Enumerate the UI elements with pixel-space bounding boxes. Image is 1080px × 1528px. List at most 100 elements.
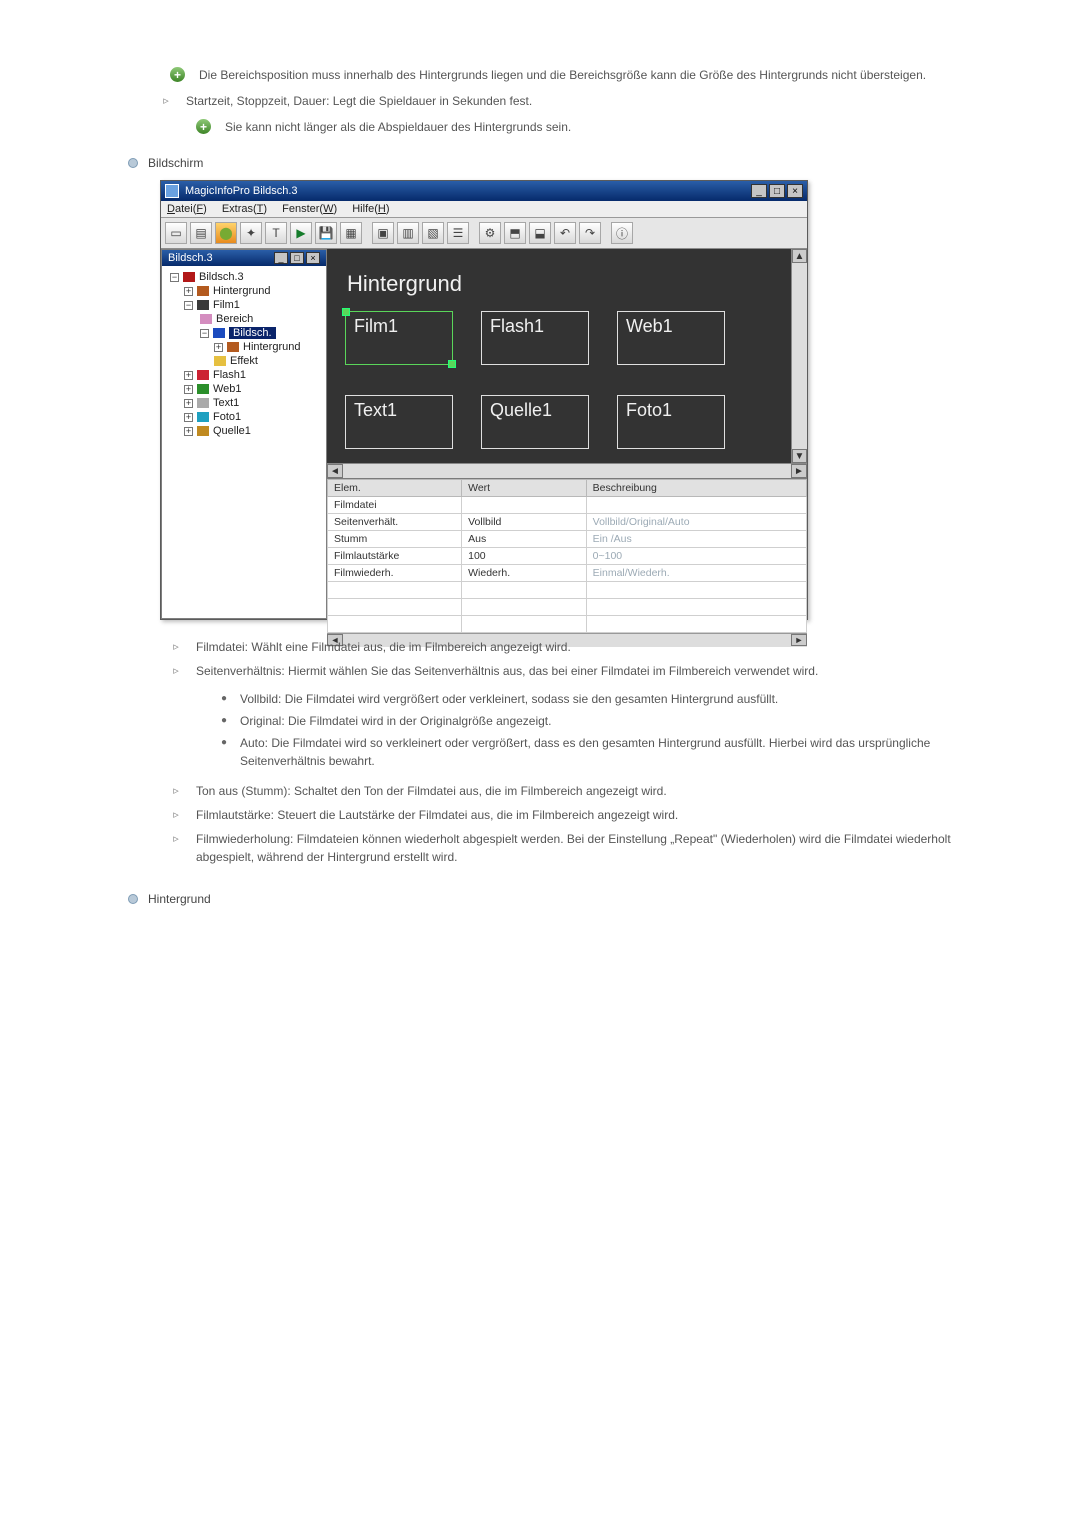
tree-title-bar[interactable]: Bildsch.3 _ □ ×: [162, 250, 326, 266]
tool-redo[interactable]: ↷: [579, 222, 601, 244]
canvas-box-web[interactable]: Web1: [617, 311, 725, 365]
close-button[interactable]: ×: [787, 184, 803, 198]
screen-icon: [183, 272, 195, 282]
doc-item: ▹ Filmwiederholung: Filmdateien können w…: [170, 830, 960, 866]
tree-max[interactable]: □: [290, 252, 304, 264]
node-label: Text1: [213, 397, 239, 409]
horizontal-scrollbar[interactable]: ◄ ►: [327, 463, 807, 478]
expand-icon[interactable]: −: [184, 301, 193, 310]
doc-text: Seitenverhältnis: Hiermit wählen Sie das…: [196, 662, 818, 680]
cell-val[interactable]: Wiederh.: [462, 565, 587, 582]
menu-datei[interactable]: Datei(F): [167, 203, 207, 215]
tree-node[interactable]: +Web1: [164, 382, 324, 396]
scroll-right-icon[interactable]: ►: [791, 464, 807, 478]
cell-val[interactable]: [462, 497, 587, 514]
expand-icon[interactable]: +: [184, 385, 193, 394]
title-bar[interactable]: MagicInfoPro Bildsch.3 _ □ ×: [161, 181, 807, 201]
tool-save[interactable]: 💾: [315, 222, 337, 244]
doc-text: Filmdatei: Wählt eine Filmdatei aus, die…: [196, 638, 571, 656]
col-value[interactable]: Wert: [462, 480, 587, 497]
tree-min[interactable]: _: [274, 252, 288, 264]
table-row: [328, 616, 807, 633]
canvas-box-foto[interactable]: Foto1: [617, 395, 725, 449]
tool-size-2[interactable]: ⬓: [529, 222, 551, 244]
table-row[interactable]: Filmdatei: [328, 497, 807, 514]
col-item[interactable]: Elem.: [328, 480, 462, 497]
canvas-box-quelle[interactable]: Quelle1: [481, 395, 589, 449]
tree-node[interactable]: −Bildsch.: [164, 326, 324, 340]
bullet-icon: ●: [218, 737, 230, 749]
table-header-row: Elem. Wert Beschreibung: [328, 480, 807, 497]
scroll-left-icon[interactable]: ◄: [327, 464, 343, 478]
expand-icon[interactable]: +: [184, 413, 193, 422]
tool-new[interactable]: ▭: [165, 222, 187, 244]
window-title: MagicInfoPro Bildsch.3: [185, 185, 298, 197]
vertical-scrollbar[interactable]: ▲ ▼: [791, 249, 807, 463]
tree-node[interactable]: Bereich: [164, 312, 324, 326]
expand-icon[interactable]: +: [184, 399, 193, 408]
tool-list[interactable]: ☰: [447, 222, 469, 244]
tree-node[interactable]: + Text1: [164, 396, 324, 410]
scroll-right-icon[interactable]: ►: [791, 634, 807, 646]
minimize-button[interactable]: _: [751, 184, 767, 198]
tool-1[interactable]: ▣: [372, 222, 394, 244]
canvas-box-text[interactable]: Text1: [345, 395, 453, 449]
scroll-up-icon[interactable]: ▲: [792, 249, 807, 263]
text-icon: [197, 398, 209, 408]
tree-node[interactable]: −Bildsch.3: [164, 270, 324, 284]
area-icon: [200, 314, 212, 324]
table-row[interactable]: StummAusEin /Aus: [328, 531, 807, 548]
cell-val[interactable]: Aus: [462, 531, 587, 548]
tree-node[interactable]: +Flash1: [164, 368, 324, 382]
tool-info[interactable]: ⓘ: [611, 222, 633, 244]
expand-icon[interactable]: +: [214, 343, 223, 352]
maximize-button[interactable]: □: [769, 184, 785, 198]
tree-node[interactable]: +Hintergrund: [164, 284, 324, 298]
expand-icon[interactable]: −: [200, 329, 209, 338]
canvas-column: Hintergrund Film1 Flash1 Web1 Text1 Quel…: [327, 249, 807, 619]
tool-gear[interactable]: ⚙: [479, 222, 501, 244]
canvas-box-film[interactable]: Film1: [345, 311, 453, 365]
canvas-area[interactable]: Hintergrund Film1 Flash1 Web1 Text1 Quel…: [327, 249, 791, 463]
tree-node[interactable]: −Film1: [164, 298, 324, 312]
tool-play[interactable]: ▶: [290, 222, 312, 244]
plus-icon: +: [170, 67, 185, 82]
expand-icon[interactable]: −: [170, 273, 179, 282]
plus-icon: +: [196, 119, 211, 134]
tree-node[interactable]: +Hintergrund: [164, 340, 324, 354]
tool-text[interactable]: T: [265, 222, 287, 244]
tool-deploy[interactable]: ✦: [240, 222, 262, 244]
tool-2[interactable]: ▥: [397, 222, 419, 244]
cell-key: Seitenverhält.: [328, 514, 462, 531]
cell-val[interactable]: 100: [462, 548, 587, 565]
tree-node[interactable]: +Foto1: [164, 410, 324, 424]
doc-text: Auto: Die Filmdatei wird so verkleinert …: [240, 734, 960, 770]
tool-publish[interactable]: ⬤: [215, 222, 237, 244]
tree-node[interactable]: Effekt: [164, 354, 324, 368]
tool-3[interactable]: ▧: [422, 222, 444, 244]
expand-icon[interactable]: +: [184, 427, 193, 436]
expand-icon[interactable]: +: [184, 371, 193, 380]
note-row: + Die Bereichsposition muss innerhalb de…: [170, 66, 960, 84]
tool-size-1[interactable]: ⬒: [504, 222, 526, 244]
bullet-icon: ●: [218, 693, 230, 705]
cell-desc: Ein /Aus: [586, 531, 806, 548]
tree-node[interactable]: +Quelle1: [164, 424, 324, 438]
doc-text: Ton aus (Stumm): Schaltet den Ton der Fi…: [196, 782, 667, 800]
menu-extras[interactable]: Extras(T): [222, 203, 267, 215]
tool-image[interactable]: ▦: [340, 222, 362, 244]
expand-icon[interactable]: +: [184, 287, 193, 296]
col-desc[interactable]: Beschreibung: [586, 480, 806, 497]
tool-undo[interactable]: ↶: [554, 222, 576, 244]
table-row[interactable]: Seitenverhält.VollbildVollbild/Original/…: [328, 514, 807, 531]
table-row[interactable]: Filmlautstärke1000~100: [328, 548, 807, 565]
app-window: MagicInfoPro Bildsch.3 _ □ × Datei(F) Ex…: [160, 180, 808, 620]
scroll-down-icon[interactable]: ▼: [792, 449, 807, 463]
tree-close[interactable]: ×: [306, 252, 320, 264]
table-row[interactable]: Filmwiederh.Wiederh.Einmal/Wiederh.: [328, 565, 807, 582]
menu-hilfe[interactable]: Hilfe(H): [352, 203, 389, 215]
cell-val[interactable]: Vollbild: [462, 514, 587, 531]
menu-fenster[interactable]: Fenster(W): [282, 203, 337, 215]
canvas-box-flash[interactable]: Flash1: [481, 311, 589, 365]
tool-open[interactable]: ▤: [190, 222, 212, 244]
